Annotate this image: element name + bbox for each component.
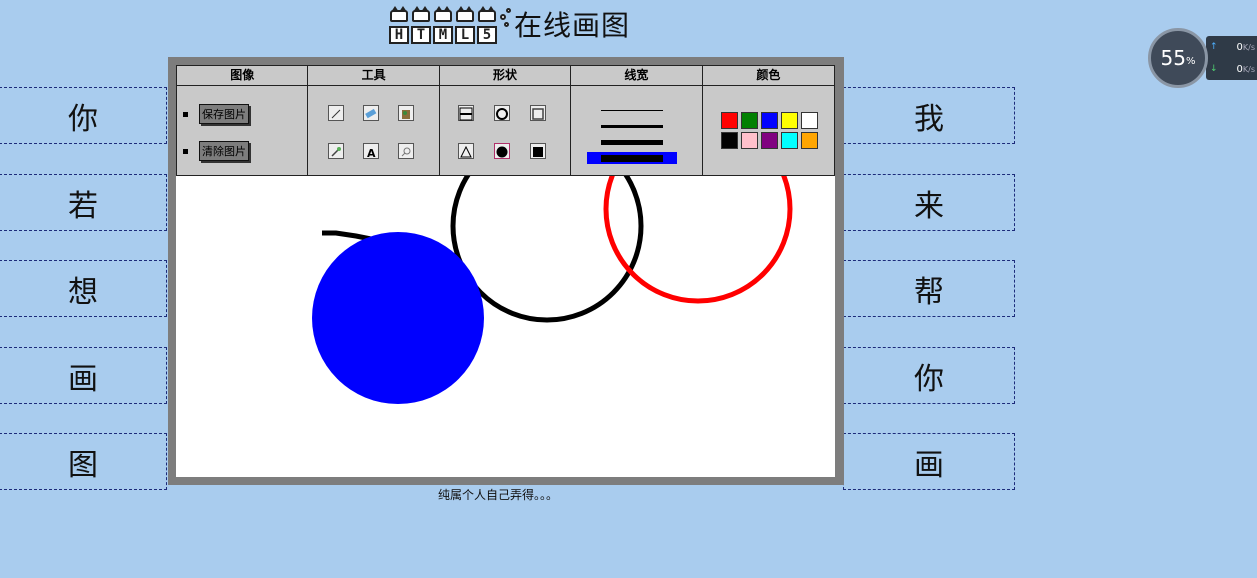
right-word: 帮: [914, 274, 944, 310]
line-width-sample: [601, 109, 664, 111]
left-word-box: 想: [0, 260, 167, 317]
left-word-box: 若: [0, 174, 167, 231]
right-word-box: 我: [843, 87, 1015, 144]
upload-arrow-icon: ↑: [1210, 42, 1218, 52]
magnifier-icon[interactable]: [398, 143, 415, 159]
color-swatch[interactable]: [800, 132, 818, 149]
save-image-item: 保存图片: [183, 104, 249, 124]
line-width-option[interactable]: [587, 104, 677, 116]
line-width-option[interactable]: [587, 136, 677, 148]
shapes-panel: 形状: [439, 66, 572, 175]
bullet-icon: [183, 148, 188, 154]
network-speed-widget[interactable]: ↑ 0K/s ↓ 0K/s 55%: [1148, 28, 1257, 88]
eyedropper-icon[interactable]: [328, 143, 345, 159]
bubbles-icon: [498, 8, 512, 44]
logo-letter-t: T: [410, 6, 432, 44]
panel-title: 线宽: [571, 66, 702, 86]
line-width-sample: [601, 124, 664, 128]
toolbar: 图像 保存图片 清除图片 工具 A 形状 线宽 颜色: [176, 65, 835, 176]
drawing-canvas[interactable]: [176, 176, 835, 477]
panel-title: 形状: [439, 66, 571, 86]
color-swatch[interactable]: [720, 112, 738, 129]
color-swatch[interactable]: [760, 132, 778, 149]
right-word: 我: [914, 101, 944, 137]
left-word: 画: [68, 361, 98, 397]
line-width-sample: [601, 154, 664, 162]
page-title: H T M L 5 在线画图: [388, 2, 630, 46]
upload-speed: 0K/s: [1236, 41, 1255, 53]
logo-letter-m: M: [432, 6, 454, 44]
rect-fill-icon[interactable]: [529, 143, 546, 159]
title-text: 在线画图: [514, 9, 631, 42]
color-swatch[interactable]: [720, 132, 738, 149]
circle-fill-icon[interactable]: [493, 143, 510, 159]
right-word-box: 你: [843, 347, 1015, 404]
logo-letter-h: H: [388, 6, 410, 44]
triangle-outline-icon[interactable]: [457, 143, 474, 159]
color-panel: 颜色: [702, 66, 835, 175]
color-swatch[interactable]: [740, 132, 758, 149]
color-swatch[interactable]: [780, 112, 798, 129]
panel-title: 工具: [308, 66, 439, 86]
circle-outline-icon[interactable]: [493, 105, 510, 121]
net-speed-panel: ↑ 0K/s ↓ 0K/s: [1206, 36, 1257, 80]
download-row: ↓ 0K/s: [1206, 58, 1257, 80]
left-word-box: 图: [0, 433, 167, 490]
eraser-icon[interactable]: [363, 105, 380, 121]
color-swatch[interactable]: [800, 112, 818, 129]
pencil-icon[interactable]: [328, 105, 345, 121]
save-image-button[interactable]: 保存图片: [199, 104, 249, 124]
left-word-box: 画: [0, 347, 167, 404]
panel-title: 图像: [177, 66, 308, 86]
right-word: 你: [914, 361, 944, 397]
left-word: 想: [68, 274, 98, 310]
panel-title: 颜色: [702, 66, 835, 86]
line-shape-icon[interactable]: [457, 105, 474, 121]
blue-filled-circle: [312, 232, 484, 404]
download-speed: 0K/s: [1236, 63, 1255, 75]
logo-letter-5: 5: [476, 6, 498, 44]
svg-text:A: A: [367, 147, 376, 159]
line-width-sample: [601, 139, 664, 145]
left-word: 图: [68, 447, 98, 483]
bullet-icon: [183, 111, 188, 117]
color-swatch[interactable]: [760, 112, 778, 129]
line-width-panel: 线宽: [571, 66, 703, 175]
memory-usage-ring: 55%: [1148, 28, 1208, 88]
line-width-option[interactable]: [587, 152, 678, 164]
color-swatch[interactable]: [740, 112, 758, 129]
upload-row: ↑ 0K/s: [1206, 36, 1257, 58]
clear-image-button[interactable]: 清除图片: [199, 141, 249, 161]
left-word-box: 你: [0, 87, 167, 144]
canvas-drawing: [312, 176, 793, 404]
left-word: 若: [68, 188, 98, 224]
line-width-option[interactable]: [587, 120, 677, 132]
right-word-box: 来: [843, 174, 1015, 231]
percent-unit: %: [1185, 55, 1196, 67]
left-word: 你: [68, 101, 98, 137]
download-arrow-icon: ↓: [1210, 64, 1218, 74]
memory-percent: 55: [1160, 46, 1186, 70]
color-swatch[interactable]: [780, 132, 798, 149]
paint-bucket-icon[interactable]: [398, 105, 415, 121]
image-panel: 图像 保存图片 清除图片: [177, 66, 309, 175]
right-word: 画: [914, 447, 944, 483]
clear-image-item: 清除图片: [183, 141, 249, 161]
right-word: 来: [914, 188, 944, 224]
right-word-box: 画: [843, 433, 1015, 490]
tools-panel: 工具 A: [308, 66, 440, 175]
right-word-box: 帮: [843, 260, 1015, 317]
html5-logo: H T M L 5: [388, 4, 512, 44]
logo-letter-l: L: [454, 6, 476, 44]
rect-outline-icon[interactable]: [529, 105, 546, 121]
footer-text: 纯属个人自己弄得。。。: [438, 488, 559, 502]
text-icon[interactable]: A: [363, 143, 380, 160]
